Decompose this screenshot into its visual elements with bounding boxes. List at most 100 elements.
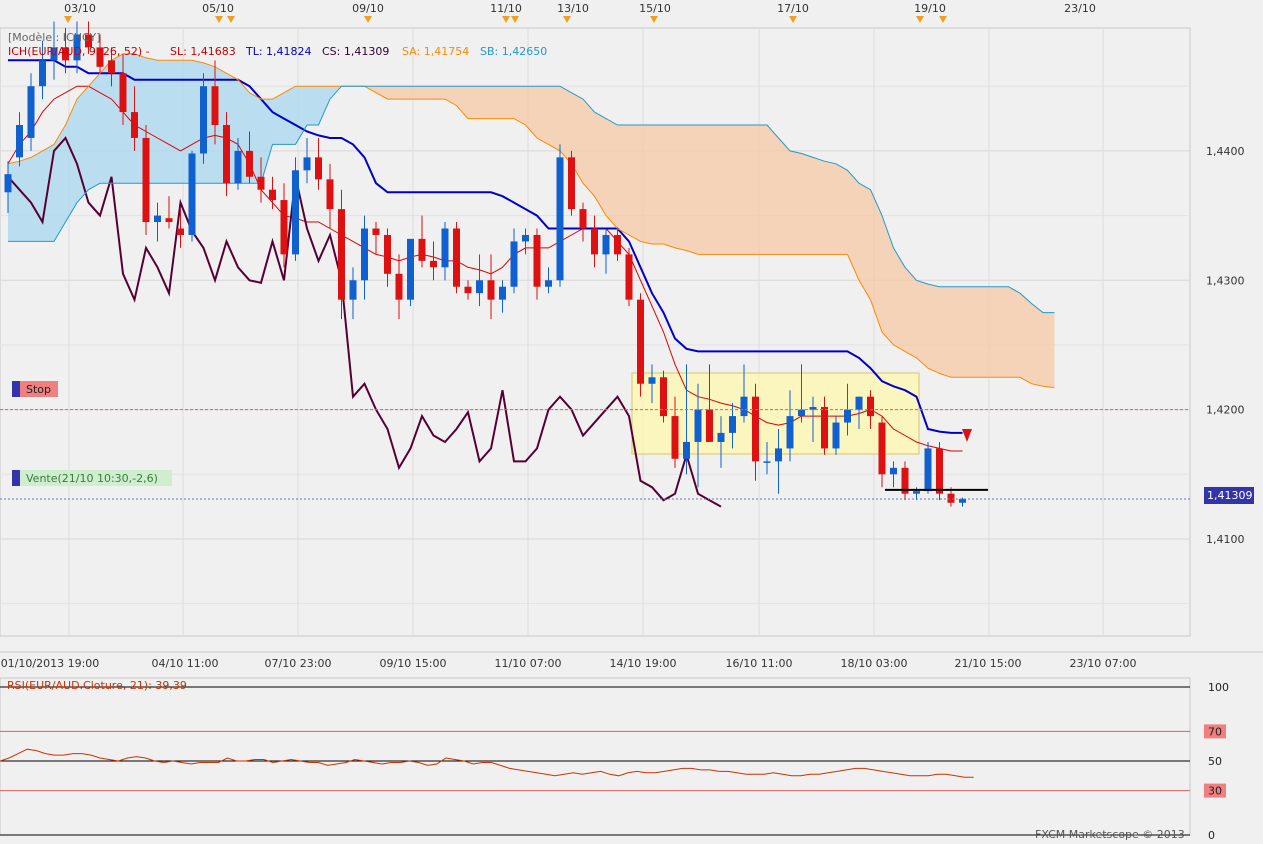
candle-body (372, 228, 380, 235)
cloud-segment (951, 286, 963, 378)
cloud-segment (928, 284, 940, 374)
bottom-time-label: 21/10 15:00 (955, 657, 1022, 670)
candle-body (579, 209, 587, 229)
candle-body (395, 273, 403, 300)
candle-body (246, 150, 253, 177)
cloud-segment (675, 125, 687, 251)
candle-body (648, 377, 656, 384)
price-tick-label: 1,4200 (1206, 404, 1245, 417)
trading-chart[interactable]: 1,4400 1,4300 1,4200 1,4100 03/10 05/10 09/10 1… (0, 0, 1263, 844)
candle-body (131, 112, 138, 138)
bottom-time-label: 04/10 11:00 (152, 657, 219, 670)
candle-body (568, 157, 575, 210)
bottom-time-label: 09/10 15:00 (380, 657, 447, 670)
candle-body (326, 179, 334, 210)
rsi-tick-label: 50 (1208, 755, 1222, 768)
candle-body (407, 238, 414, 300)
watermark: FXCM Marketscope © 2013 (1035, 828, 1185, 841)
sell-label: Vente(21/10 10:30,-2,6) (26, 472, 158, 485)
cloud-segment (824, 161, 836, 255)
cloud-segment (1031, 303, 1043, 387)
cloud-segment (813, 157, 825, 255)
candle-body (556, 157, 564, 281)
cloud-segment (698, 125, 710, 255)
candle-body (878, 422, 886, 475)
candle-body (487, 280, 495, 300)
candle-body (706, 409, 713, 442)
cloud-segment (997, 286, 1009, 378)
cloud-segment (732, 125, 744, 255)
cloud-segment (629, 125, 641, 242)
candle-body (694, 409, 702, 442)
cloud-segment (755, 125, 767, 255)
candle-body (453, 228, 460, 287)
candle-body (303, 157, 311, 171)
cloud-segment (387, 86, 399, 100)
cloud-segment (721, 125, 733, 255)
cloud-segment (767, 125, 779, 255)
rsi-tick-label: 0 (1208, 829, 1215, 842)
candle-body (924, 448, 932, 492)
candle-body (499, 286, 506, 300)
candle-body (200, 86, 207, 154)
cloud-segment (744, 125, 756, 255)
cloud-segment (537, 86, 549, 145)
cloud-segment (583, 99, 595, 197)
rsi-tick-label: 100 (1208, 681, 1229, 694)
rsi-frame (0, 677, 1191, 836)
candle-body (591, 228, 598, 255)
cloud-segment (985, 286, 997, 378)
cs-label: CS: 1,41309 (322, 45, 389, 58)
stop-marker[interactable] (12, 381, 20, 397)
cloud-segment (1020, 293, 1032, 384)
cloud-segment (778, 137, 790, 255)
candle-body (280, 200, 288, 255)
cloud-segment (974, 286, 986, 378)
bottom-time-label: 07/10 23:00 (265, 657, 332, 670)
candle-body (441, 228, 449, 268)
stop-label: Stop (26, 383, 51, 396)
candle-body (430, 260, 437, 268)
candle-body (798, 409, 805, 417)
candle-body (338, 209, 345, 300)
tl-label: TL: 1,41824 (245, 45, 312, 58)
candle-body (775, 448, 782, 462)
top-date-label: 19/10 (914, 2, 946, 15)
candle-body (671, 416, 679, 459)
current-price-label: 1,41309 (1207, 489, 1253, 502)
sell-marker[interactable] (12, 470, 20, 486)
candle-body (16, 125, 23, 158)
top-date-label: 11/10 (490, 2, 522, 15)
cloud-segment (307, 86, 319, 126)
cloud-segment (31, 150, 43, 242)
bottom-time-label: 11/10 07:00 (495, 657, 562, 670)
top-date-label: 13/10 (557, 2, 589, 15)
candle-body (27, 86, 35, 138)
cloud-segment (100, 60, 112, 184)
cloud-segment (399, 86, 411, 100)
cloud-segment (652, 125, 664, 245)
rsi-tick-label: 70 (1208, 725, 1222, 738)
candle-body (292, 170, 299, 255)
candle-body (786, 416, 794, 449)
candle-body (625, 254, 633, 300)
candle-body (119, 73, 127, 113)
candle-body (165, 218, 173, 223)
cloud-segment (1008, 286, 1020, 378)
candle-body (729, 416, 736, 433)
cloud-segment (916, 280, 928, 369)
cloud-segment (410, 86, 422, 100)
candle-body (740, 396, 748, 417)
cloud-segment (790, 150, 802, 255)
cloud-segment (284, 86, 296, 145)
candle-body (211, 86, 219, 126)
candle-body (418, 238, 426, 261)
candle-body (234, 150, 242, 184)
candle-body (510, 241, 518, 287)
candle-body (188, 153, 196, 235)
candle-body (913, 491, 920, 494)
model-label: [Modèle : ICHCY] (8, 31, 100, 44)
cloud-segment (8, 161, 20, 242)
top-date-label: 05/10 (202, 2, 234, 15)
cloud-segment (939, 286, 951, 378)
